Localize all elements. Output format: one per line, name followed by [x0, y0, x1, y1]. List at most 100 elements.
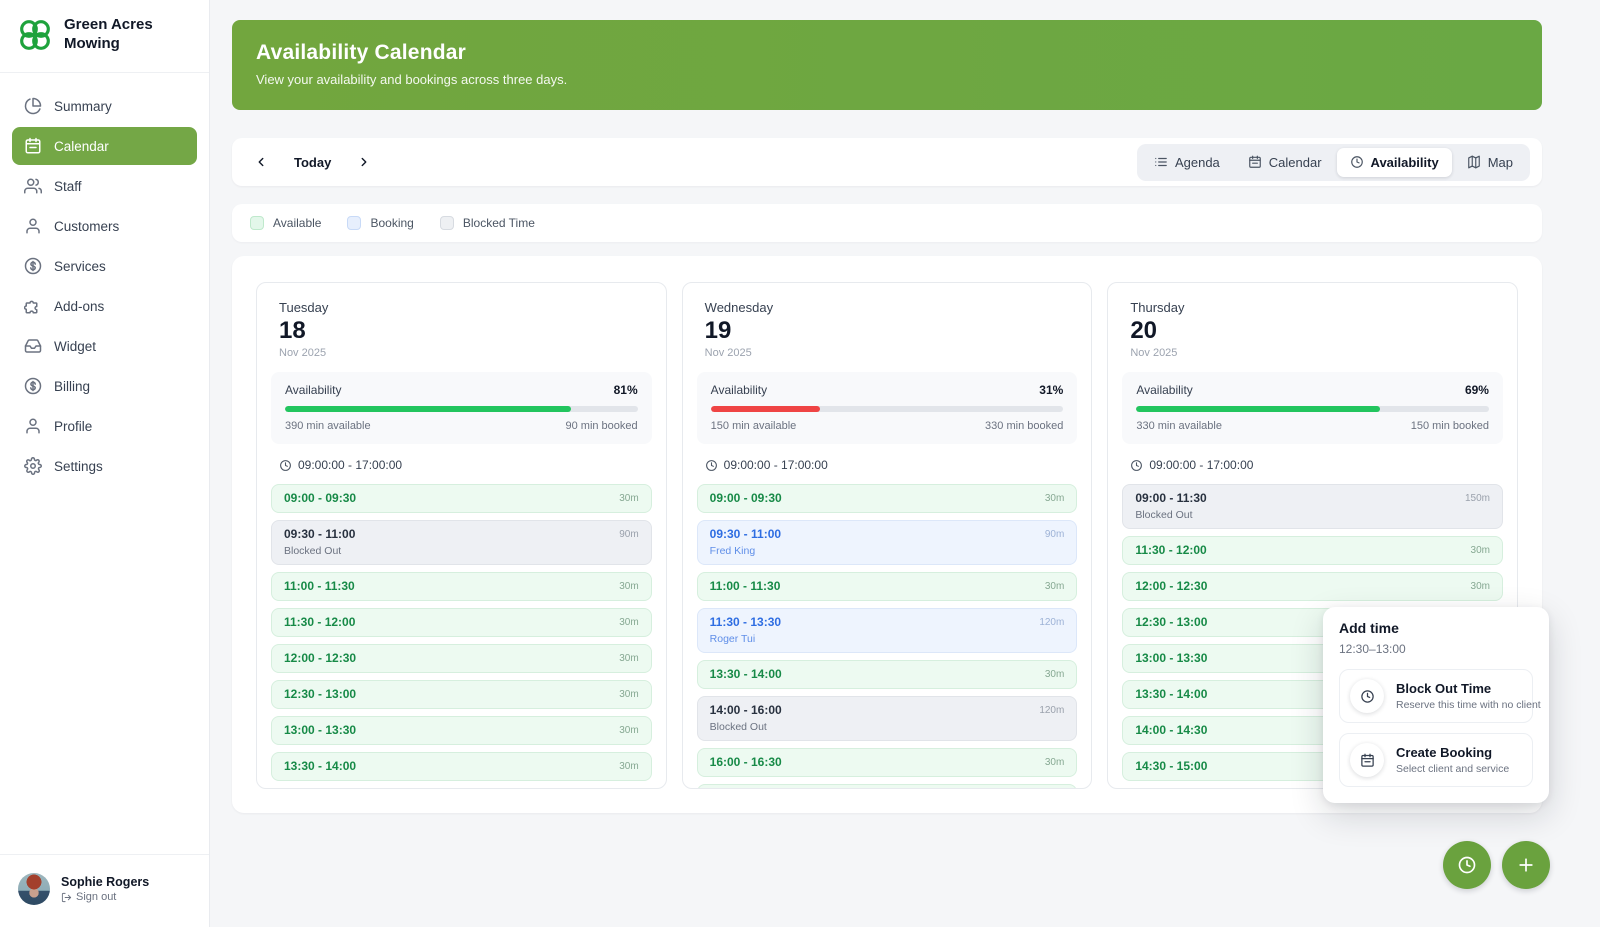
slot-time: 11:30 - 12:00	[1135, 543, 1206, 557]
availability-progress-fill	[1136, 406, 1379, 412]
slot-duration: 30m	[1471, 545, 1490, 556]
min-booked: 330 min booked	[985, 420, 1063, 432]
availability-minutes: 150 min available330 min booked	[711, 420, 1064, 432]
brand: Green Acres Mowing	[0, 0, 209, 73]
legend-swatch-blocked[interactable]	[440, 216, 454, 230]
time-slot-available[interactable]: 13:30 - 14:0030m	[271, 752, 652, 781]
tab-map[interactable]: Map	[1454, 148, 1526, 177]
sidebar-item-staff[interactable]: Staff	[12, 167, 197, 205]
tab-agenda[interactable]: Agenda	[1141, 148, 1233, 177]
signout-button[interactable]: Sign out	[61, 891, 149, 903]
sidebar-item-add-ons[interactable]: Add-ons	[12, 287, 197, 325]
slot-duration: 30m	[1471, 581, 1490, 592]
clock-icon	[705, 459, 718, 472]
inbox-icon	[24, 337, 42, 355]
sidebar-item-settings[interactable]: Settings	[12, 447, 197, 485]
availability-panel: Availability31% 150 min available330 min …	[697, 372, 1078, 444]
time-slot-available[interactable]: 12:00 - 12:3030m	[271, 644, 652, 673]
slot-row: 14:00 - 16:00120m	[710, 703, 1065, 717]
dollar-circle-icon	[24, 377, 42, 395]
time-slot-blocked[interactable]: 09:30 - 11:0090mBlocked Out	[271, 520, 652, 565]
slot-note: Roger Tui	[710, 633, 1065, 645]
block-out-time-option[interactable]: Block Out TimeReserve this time with no …	[1339, 669, 1533, 723]
availability-row: Availability31%	[711, 383, 1064, 397]
time-slot-available[interactable]: 13:00 - 13:3030m	[271, 716, 652, 745]
time-slot-available[interactable]: 16:30 - 17:0030m	[697, 784, 1078, 789]
option-subtitle: Select client and service	[1396, 763, 1509, 775]
tab-label: Agenda	[1175, 155, 1220, 170]
time-slot-available[interactable]: 11:00 - 11:3030m	[697, 572, 1078, 601]
slot-time: 12:30 - 13:00	[284, 687, 356, 701]
time-slot-blocked[interactable]: 14:00 - 16:00120mBlocked Out	[697, 696, 1078, 741]
user-icon	[24, 417, 42, 435]
availability-row: Availability69%	[1136, 383, 1489, 397]
sidebar-item-summary[interactable]: Summary	[12, 87, 197, 125]
legend-swatch-booking[interactable]	[347, 216, 361, 230]
slot-row: 11:30 - 13:30120m	[710, 615, 1065, 629]
sidebar-item-label: Widget	[54, 339, 96, 354]
tab-availability[interactable]: Availability	[1337, 148, 1452, 177]
slot-row: 13:30 - 14:0030m	[710, 667, 1065, 681]
time-slot-available[interactable]: 16:00 - 16:3030m	[697, 748, 1078, 777]
sidebar-item-customers[interactable]: Customers	[12, 207, 197, 245]
slot-time: 11:30 - 13:30	[710, 615, 781, 629]
time-slot-blocked[interactable]: 09:00 - 11:30150mBlocked Out	[1122, 484, 1503, 529]
create-booking-option[interactable]: Create BookingSelect client and service	[1339, 733, 1533, 787]
time-slot-available[interactable]: 11:30 - 12:00 30m	[1122, 536, 1503, 565]
availability-progress-track	[285, 406, 638, 412]
prev-day-button[interactable]	[250, 151, 272, 173]
legend-bar: AvailableBookingBlocked Time	[232, 204, 1542, 242]
map-icon	[1467, 155, 1481, 169]
slot-duration: 30m	[1045, 757, 1064, 768]
tab-label: Map	[1488, 155, 1513, 170]
slot-row: 12:00 - 12:3030m	[284, 651, 639, 665]
time-slot-available[interactable]: 11:30 - 12:0030m	[271, 608, 652, 637]
availability-progress-track	[1136, 406, 1489, 412]
next-day-button[interactable]	[353, 151, 375, 173]
time-slot-available[interactable]: 12:30 - 13:0030m	[271, 680, 652, 709]
sidebar-item-profile[interactable]: Profile	[12, 407, 197, 445]
slot-row: 12:30 - 13:0030m	[284, 687, 639, 701]
date-navigation: Today	[250, 151, 375, 173]
slot-duration: 150m	[1465, 493, 1490, 504]
time-slot-available[interactable]: 14:00 - 14:3030m	[271, 788, 652, 789]
slot-row: 09:30 - 11:0090m	[710, 527, 1065, 541]
sidebar-item-billing[interactable]: Billing	[12, 367, 197, 405]
time-slot-available[interactable]: 09:00 - 09:3030m	[271, 484, 652, 513]
sidebar-item-label: Settings	[54, 459, 103, 474]
slot-row: 11:00 - 11:3030m	[284, 579, 639, 593]
availability-row: Availability81%	[285, 383, 638, 397]
add-fab[interactable]	[1502, 841, 1550, 889]
tab-calendar[interactable]: Calendar	[1235, 148, 1335, 177]
chevron-right-icon	[357, 155, 371, 169]
time-slot-available[interactable]: 09:00 - 09:3030m	[697, 484, 1078, 513]
sidebar-item-label: Add-ons	[54, 299, 104, 314]
sidebar-item-services[interactable]: Services	[12, 247, 197, 285]
sidebar-item-calendar[interactable]: Calendar	[12, 127, 197, 165]
legend-swatch-available[interactable]	[250, 216, 264, 230]
time-slot-available[interactable]: 13:30 - 14:0030m	[697, 660, 1078, 689]
popup-options: Block Out TimeReserve this time with no …	[1339, 669, 1533, 787]
today-button[interactable]: Today	[294, 155, 331, 170]
time-slot-available[interactable]: 12:00 - 12:3030m	[1122, 572, 1503, 601]
time-slot-booking[interactable]: 09:30 - 11:0090mFred King	[697, 520, 1078, 565]
brand-logo-clover-icon	[16, 16, 54, 54]
avatar[interactable]	[18, 873, 50, 905]
min-available: 330 min available	[1136, 420, 1222, 432]
slot-time: 12:30 - 13:00	[1135, 615, 1207, 629]
clock-icon	[1457, 855, 1477, 875]
view-tabs: Agenda CalendarAvailability Map	[1137, 144, 1530, 181]
availability-fab[interactable]	[1443, 841, 1491, 889]
slot-row: 13:30 - 14:0030m	[284, 759, 639, 773]
time-slot-booking[interactable]: 11:30 - 13:30120m Roger Tui	[697, 608, 1078, 653]
clock-icon	[1130, 459, 1143, 472]
min-available: 390 min available	[285, 420, 371, 432]
sidebar-item-widget[interactable]: Widget	[12, 327, 197, 365]
slot-row: 12:00 - 12:3030m	[1135, 579, 1490, 593]
slot-time: 12:00 - 12:30	[284, 651, 356, 665]
slot-row: 11:00 - 11:3030m	[710, 579, 1065, 593]
time-slot-available[interactable]: 11:00 - 11:3030m	[271, 572, 652, 601]
list-icon	[1154, 155, 1168, 169]
slot-note: Blocked Out	[1135, 509, 1490, 521]
availability-label: Availability	[285, 383, 341, 397]
